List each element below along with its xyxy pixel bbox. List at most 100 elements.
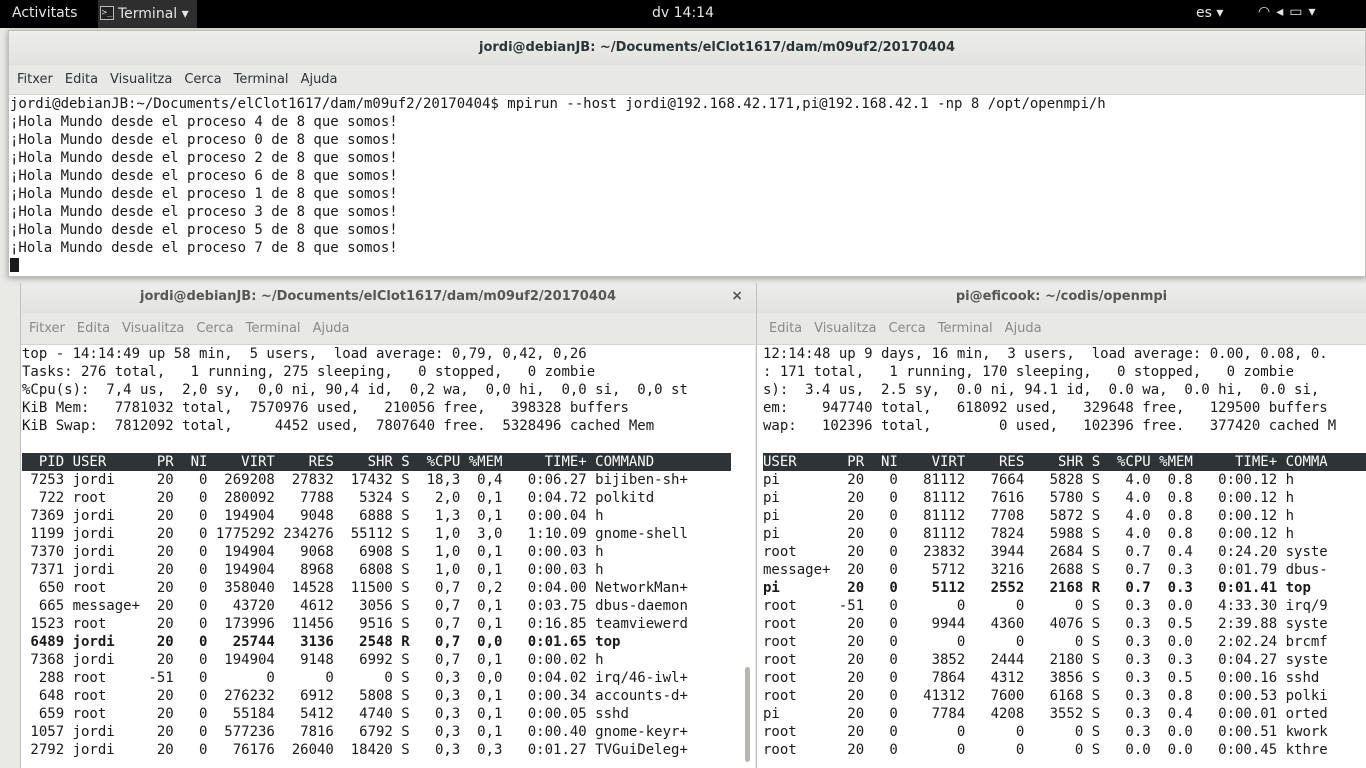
menu-item-visualitza[interactable]: Visualitza [122,313,184,345]
output-line: ¡Hola Mundo desde el proceso 1 de 8 que … [10,186,398,202]
prompt-line [10,257,1365,275]
menu-item-fitxer[interactable]: Fitxer [29,313,65,345]
menu-item-ajuda[interactable]: Ajuda [313,313,350,345]
process-row: root 20 0 0 0 0 S 0.0 0.0 0:00.45 kthre [763,742,1328,758]
process-row: 288 root -51 0 0 0 0 S 0,3 0,0 0:04.02 i… [22,670,688,686]
menu-item-cerca[interactable]: Cerca [196,313,233,345]
process-table-header: PID USER PR NI VIRT RES SHR S %CPU %MEM … [22,453,731,471]
output-line: ¡Hola Mundo desde el proceso 5 de 8 que … [10,222,398,238]
process-row: root 20 0 3852 2444 2180 S 0.3 0.3 0:04.… [763,652,1328,668]
clock[interactable]: dv 14:14 [0,5,1366,21]
process-row: pi 20 0 81112 7664 5828 S 4.0 0.8 0:00.1… [763,472,1328,488]
menu-item-ajuda[interactable]: Ajuda [301,65,338,95]
menu-item-edita[interactable]: Edita [65,65,98,95]
process-row: root 20 0 41312 7600 6168 S 0.3 0.8 0:00… [763,688,1328,704]
activities-button[interactable]: Activitats [12,5,77,21]
top-summary-line: : 171 total, 1 running, 170 sleeping, 0 … [763,364,1295,380]
keyboard-layout-indicator[interactable]: es ▾ [1196,5,1223,21]
terminal-output[interactable]: jordi@debianJB:~/Documents/elClot1617/da… [9,95,1365,276]
system-tray[interactable]: ◠◂▭▾ [1258,4,1322,20]
menu-item-terminal[interactable]: Terminal [246,313,301,345]
menu-bar: Fitxer Edita Visualitza Cerca Terminal Ajuda [9,65,1365,95]
process-row: pi 20 0 81112 7616 5780 S 4.0 0.8 0:00.1… [763,490,1328,506]
process-row: 665 message+ 20 0 43720 4612 3056 S 0,7 … [22,598,688,614]
process-row: 650 root 20 0 358040 14528 11500 S 0,7 0… [22,580,688,596]
process-row: pi 20 0 5112 2552 2168 R 0.7 0.3 0:01.41… [763,580,1328,596]
process-row: 1199 jordi 20 0 1775292 234276 55112 S 1… [22,526,688,542]
window-title[interactable]: pi@eficook: ~/codis/openmpi [757,283,1366,313]
battery-icon: ▭ [1289,4,1309,20]
scrollbar[interactable] [745,667,750,762]
menu-item-terminal[interactable]: Terminal [234,65,289,95]
process-row: 659 root 20 0 55184 5412 4740 S 0,3 0,1 … [22,706,688,722]
process-row: root -51 0 0 0 0 S 0.3 0.0 4:33.30 irq/9 [763,598,1328,614]
process-row: 7371 jordi 20 0 194904 8968 6808 S 1,0 0… [22,562,688,578]
top-summary-line: em: 947740 total, 618092 used, 329648 fr… [763,400,1328,416]
output-line: ¡Hola Mundo desde el proceso 7 de 8 que … [10,240,398,256]
output-line: ¡Hola Mundo desde el proceso 2 de 8 que … [10,150,398,166]
output-line: ¡Hola Mundo desde el proceso 6 de 8 que … [10,168,398,184]
top-summary-line: wap: 102396 total, 0 used, 102396 free. … [763,418,1337,434]
menu-item-edita[interactable]: Edita [77,313,110,345]
process-row: 1057 jordi 20 0 577236 7816 6792 S 0,3 0… [22,724,688,740]
text-cursor [10,258,19,272]
process-row: 7370 jordi 20 0 194904 9068 6908 S 1,0 0… [22,544,688,560]
process-row: 7368 jordi 20 0 194904 9148 6992 S 0,7 0… [22,652,688,668]
top-summary-line: Tasks: 276 total, 1 running, 275 sleepin… [22,364,596,380]
process-row: 7253 jordi 20 0 269208 27832 17432 S 18,… [22,472,688,488]
menu-item-cerca[interactable]: Cerca [184,65,221,95]
menu-item-cerca[interactable]: Cerca [888,313,925,345]
top-summary-line: s): 3.4 us, 2.5 sy, 0.0 ni, 94.1 id, 0.0… [763,382,1320,398]
app-menu-label: Terminal ▾ [118,6,189,22]
output-line: ¡Hola Mundo desde el proceso 4 de 8 que … [10,114,398,130]
terminal-icon: >_ [100,6,114,20]
menu-bar: Fitxer Edita Visualitza Cerca Terminal Ajuda [21,313,755,345]
process-row: pi 20 0 81112 7708 5872 S 4.0 0.8 0:00.1… [763,508,1328,524]
process-row: pi 20 0 7784 4208 3552 S 0.3 0.4 0:00.01… [763,706,1328,722]
menu-item-terminal[interactable]: Terminal [938,313,993,345]
process-row: 648 root 20 0 276232 6912 5808 S 0,3 0,1… [22,688,688,704]
gnome-top-bar: Activitats >_ Terminal ▾ dv 14:14 es ▾ ◠… [0,0,1366,28]
top-summary-line: top - 14:14:49 up 58 min, 5 users, load … [22,346,587,362]
top-summary-line: KiB Swap: 7812092 total, 4452 used, 7807… [22,418,655,434]
top-summary-line: KiB Mem: 7781032 total, 7570976 used, 21… [22,400,629,416]
menu-item-edita[interactable]: Edita [769,313,802,345]
window-title[interactable]: jordi@debianJB: ~/Documents/elClot1617/d… [9,31,1365,65]
output-line: ¡Hola Mundo desde el proceso 0 de 8 que … [10,132,398,148]
system-menu-chevron-icon: ▾ [1308,4,1322,20]
terminal-output[interactable]: 12:14:48 up 9 days, 16 min, 3 users, loa… [757,345,1366,768]
command-line: jordi@debianJB:~/Documents/elClot1617/da… [10,96,1106,112]
process-row: root 20 0 0 0 0 S 0.3 0.0 2:02.24 brcmf [763,634,1328,650]
terminal-window-local-top[interactable]: jordi@debianJB: ~/Documents/elClot1617/d… [20,283,755,768]
process-row: root 20 0 23832 3944 2684 S 0.7 0.4 0:24… [763,544,1328,560]
process-row: 7369 jordi 20 0 194904 9048 6888 S 1,3 0… [22,508,688,524]
terminal-output[interactable]: top - 14:14:49 up 58 min, 5 users, load … [21,345,731,768]
process-row: root 20 0 9944 4360 4076 S 0.3 0.5 2:39.… [763,616,1328,632]
process-row: 2792 jordi 20 0 76176 26040 18420 S 0,3 … [22,742,688,758]
wifi-icon: ◠ [1258,4,1277,20]
volume-icon: ◂ [1276,4,1290,20]
process-row: 1523 root 20 0 173996 11456 9516 S 0,7 0… [22,616,688,632]
menu-item-ajuda[interactable]: Ajuda [1005,313,1042,345]
output-line: ¡Hola Mundo desde el proceso 3 de 8 que … [10,204,398,220]
menu-item-visualitza[interactable]: Visualitza [110,65,172,95]
top-summary-line: 12:14:48 up 9 days, 16 min, 3 users, loa… [763,346,1328,362]
process-row: 6489 jordi 20 0 25744 3136 2548 R 0,7 0,… [22,634,688,650]
top-summary-line: %Cpu(s): 7,4 us, 2,0 sy, 0,0 ni, 90,4 id… [22,382,688,398]
close-icon[interactable]: × [731,288,743,304]
process-row: root 20 0 0 0 0 S 0.3 0.0 0:00.51 kwork [763,724,1328,740]
process-row: 722 root 20 0 280092 7788 5324 S 2,0 0,1… [22,490,688,506]
process-table-header: USER PR NI VIRT RES SHR S %CPU %MEM TIME… [763,453,1366,471]
terminal-window-mpirun[interactable]: jordi@debianJB: ~/Documents/elClot1617/d… [8,30,1366,277]
app-menu-button[interactable]: >_ Terminal ▾ [98,0,197,28]
terminal-window-remote-top[interactable]: pi@eficook: ~/codis/openmpi Edita Visuali… [756,283,1366,768]
menu-item-fitxer[interactable]: Fitxer [17,65,53,95]
process-row: message+ 20 0 5712 3216 2688 S 0.7 0.3 0… [763,562,1328,578]
menu-item-visualitza[interactable]: Visualitza [814,313,876,345]
process-row: pi 20 0 81112 7824 5988 S 4.0 0.8 0:00.1… [763,526,1328,542]
menu-bar: Edita Visualitza Cerca Terminal Ajuda [757,313,1366,345]
window-title[interactable]: jordi@debianJB: ~/Documents/elClot1617/d… [21,283,755,313]
process-row: root 20 0 7864 4312 3856 S 0.3 0.5 0:00.… [763,670,1328,686]
